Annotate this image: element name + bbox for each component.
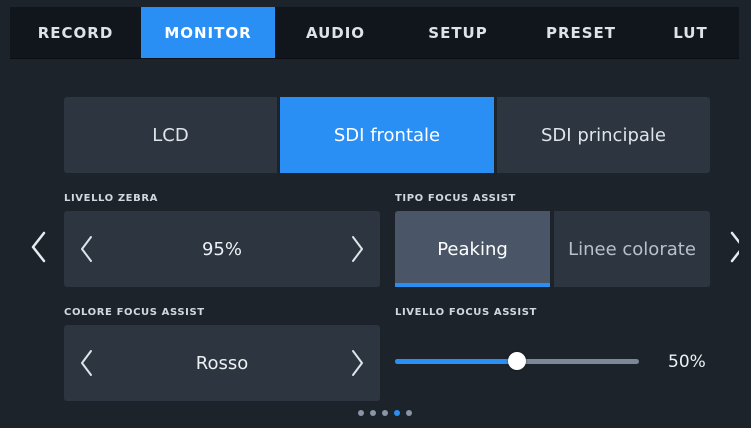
zebra-level-stepper: 95% xyxy=(64,211,380,287)
chevron-left-icon[interactable] xyxy=(76,346,98,380)
slider-fill xyxy=(395,359,517,364)
focus-type-peaking-label: Peaking xyxy=(437,238,508,260)
monitor-settings-screen: RECORD MONITOR AUDIO SETUP PRESET LUT LC… xyxy=(10,7,739,428)
page-indicator xyxy=(358,410,412,416)
page-dot[interactable] xyxy=(406,410,412,416)
focus-type-linee-colorate-label: Linee colorate xyxy=(568,238,696,260)
focus-assist-color-value: Rosso xyxy=(195,352,249,374)
focus-type-linee-colorate-button[interactable]: Linee colorate xyxy=(554,211,710,287)
page-dot[interactable] xyxy=(394,410,400,416)
tab-lut[interactable]: LUT xyxy=(642,7,739,58)
output-lcd-button[interactable]: LCD xyxy=(64,97,277,173)
menu-tab-bar: RECORD MONITOR AUDIO SETUP PRESET LUT xyxy=(10,7,739,59)
tab-record[interactable]: RECORD xyxy=(10,7,141,58)
page-dot[interactable] xyxy=(382,410,388,416)
focus-assist-color-stepper: Rosso xyxy=(64,325,380,401)
slider-knob[interactable] xyxy=(508,352,526,370)
chevron-right-icon[interactable] xyxy=(346,346,368,380)
output-sdi-frontale-button[interactable]: SDI frontale xyxy=(280,97,494,173)
chevron-right-icon[interactable] xyxy=(346,232,368,266)
tab-setup[interactable]: SETUP xyxy=(396,7,520,58)
zebra-level-value: 95% xyxy=(201,238,242,260)
page-dot[interactable] xyxy=(370,410,376,416)
selected-indicator xyxy=(395,283,550,287)
focus-assist-level-value: 50% xyxy=(668,352,706,372)
page-dot[interactable] xyxy=(358,410,364,416)
tab-monitor[interactable]: MONITOR xyxy=(141,7,275,58)
output-sdi-principale-button[interactable]: SDI principale xyxy=(497,97,710,173)
chevron-right-icon[interactable] xyxy=(726,229,739,265)
chevron-left-icon[interactable] xyxy=(76,232,98,266)
focus-type-peaking-button[interactable]: Peaking xyxy=(395,211,550,287)
focus-assist-type-selector: Peaking Linee colorate xyxy=(395,211,710,287)
chevron-left-icon[interactable] xyxy=(28,229,50,265)
focus-assist-level-label: LIVELLO FOCUS ASSIST xyxy=(395,307,537,318)
focus-assist-level-slider[interactable] xyxy=(395,347,639,377)
tab-preset[interactable]: PRESET xyxy=(520,7,642,58)
focus-assist-color-label: COLORE FOCUS ASSIST xyxy=(64,307,205,318)
zebra-level-label: LIVELLO ZEBRA xyxy=(64,193,158,204)
tab-audio[interactable]: AUDIO xyxy=(275,7,396,58)
focus-assist-type-label: TIPO FOCUS ASSIST xyxy=(395,193,516,204)
